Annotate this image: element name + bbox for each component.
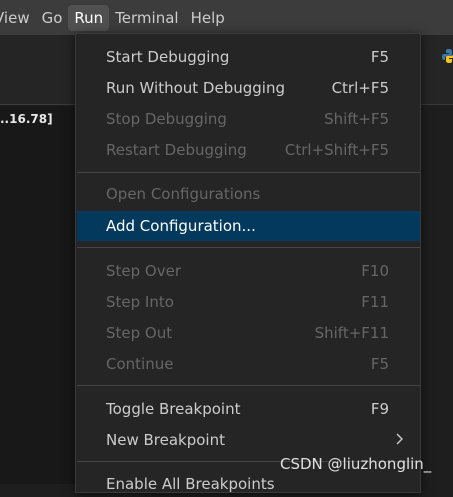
- menu-item-label: Run Without Debugging: [106, 79, 285, 97]
- menu-item-step-out: Step Out Shift+F11: [77, 320, 420, 346]
- menu-item-label: Step Into: [106, 293, 174, 311]
- menu-item-label: Enable All Breakpoints: [106, 475, 275, 493]
- menu-item-continue: Continue F5: [77, 351, 420, 377]
- menu-item-shortcut: F11: [361, 293, 389, 311]
- menu-item-restart-debugging: Restart Debugging Ctrl+Shift+F5: [77, 137, 420, 163]
- menu-view[interactable]: View: [0, 5, 36, 31]
- menu-item-label: Open Configurations: [106, 185, 261, 203]
- run-menu-dropdown: Start Debugging F5 Run Without Debugging…: [75, 33, 421, 493]
- menu-item-label: Toggle Breakpoint: [106, 400, 241, 418]
- menu-item-shortcut: Ctrl+F5: [331, 79, 389, 97]
- menu-item-shortcut: Ctrl+Shift+F5: [284, 141, 389, 159]
- menu-item-label: Stop Debugging: [106, 110, 227, 128]
- menu-item-shortcut: F9: [370, 400, 389, 418]
- menu-item-shortcut: F5: [370, 48, 389, 66]
- menu-go[interactable]: Go: [36, 5, 69, 31]
- menu-item-toggle-breakpoint[interactable]: Toggle Breakpoint F9: [77, 396, 420, 422]
- menu-run[interactable]: Run: [68, 4, 110, 31]
- watermark-text: CSDN @liuzhonglin_: [280, 455, 432, 473]
- menu-separator: [77, 172, 420, 173]
- menu-item-start-debugging[interactable]: Start Debugging F5: [77, 44, 420, 70]
- menu-item-shortcut: F10: [361, 262, 389, 280]
- menu-item-new-breakpoint[interactable]: New Breakpoint: [77, 427, 420, 453]
- menu-terminal[interactable]: Terminal: [109, 5, 184, 31]
- menu-item-add-configuration[interactable]: Add Configuration...: [77, 211, 420, 241]
- menu-item-step-into: Step Into F11: [77, 289, 420, 315]
- menu-bar: View Go Run Terminal Help: [0, 0, 453, 35]
- python-icon[interactable]: [441, 48, 453, 64]
- menu-item-shortcut: Shift+F5: [324, 110, 389, 128]
- menu-item-run-without-debugging[interactable]: Run Without Debugging Ctrl+F5: [77, 75, 420, 101]
- menu-item-label: Start Debugging: [106, 48, 230, 66]
- menu-item-label: Restart Debugging: [106, 141, 247, 159]
- menu-item-open-configurations: Open Configurations: [77, 181, 420, 207]
- menu-separator: [77, 247, 420, 248]
- menu-item-enable-all-breakpoints[interactable]: Enable All Breakpoints: [77, 471, 420, 497]
- output-text: ..16.78]: [0, 112, 53, 126]
- menu-item-stop-debugging: Stop Debugging Shift+F5: [77, 106, 420, 132]
- menu-item-label: Step Over: [106, 262, 181, 280]
- output-panel: [0, 106, 76, 484]
- menu-item-label: Step Out: [106, 324, 173, 342]
- menu-help[interactable]: Help: [185, 5, 231, 31]
- menu-item-step-over: Step Over F10: [77, 258, 420, 284]
- menu-item-label: Add Configuration...: [106, 217, 256, 235]
- menu-separator: [77, 385, 420, 386]
- chevron-right-icon: [396, 433, 403, 445]
- menu-item-label: New Breakpoint: [106, 431, 225, 449]
- menu-item-shortcut: Shift+F11: [314, 324, 389, 342]
- menu-item-label: Continue: [106, 355, 174, 373]
- menu-item-shortcut: F5: [370, 355, 389, 373]
